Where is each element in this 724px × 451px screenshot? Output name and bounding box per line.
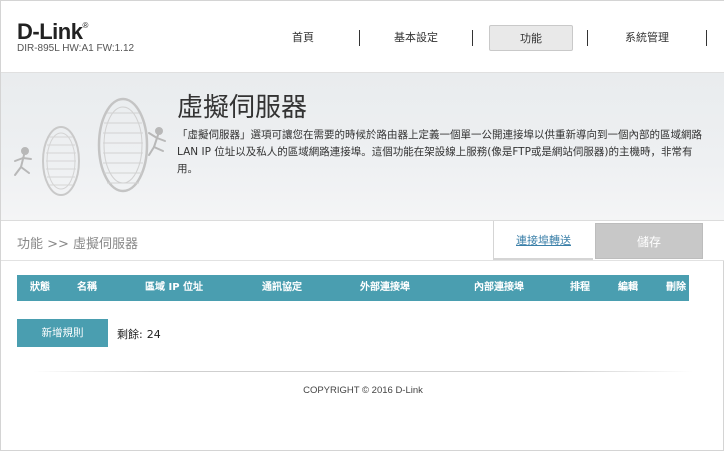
top-header: D-Link® DIR-895L HW:A1 FW:1.12 首頁 基本設定 功… (1, 1, 724, 73)
nav-system-management[interactable]: 系統管理 (588, 25, 706, 51)
save-button[interactable]: 儲存 (595, 223, 703, 259)
remaining-rules: 剩餘: 24 (117, 326, 161, 342)
add-rule-button[interactable]: 新增規則 (17, 319, 108, 347)
page-banner: 虛擬伺服器 「虛擬伺服器」選項可讓您在需要的時候於路由器上定義一個單一公開連接埠… (1, 73, 724, 221)
column-header-local-ip: 區域 IP 位址 (145, 282, 204, 293)
nav-separator (472, 30, 473, 46)
port-forwarding-link[interactable]: 連接埠轉送 (493, 221, 593, 260)
column-header-protocol: 通訊協定 (262, 282, 302, 293)
action-bar: 功能 >> 虛擬伺服器 連接埠轉送 儲存 (1, 221, 724, 261)
column-header-status: 狀態 (30, 282, 50, 293)
breadcrumb: 功能 >> 虛擬伺服器 (17, 237, 139, 252)
column-header-external-port: 外部連接埠 (360, 282, 410, 293)
remaining-count: 24 (146, 328, 161, 341)
copyright-text: COPYRIGHT © 2016 D-Link (303, 385, 423, 396)
rules-table-header: 狀態 名稱 區域 IP 位址 通訊協定 外部連接埠 內部連接埠 排程 編輯 刪除 (17, 275, 689, 301)
nav-basic-settings[interactable]: 基本設定 (360, 25, 472, 51)
model-info: DIR-895L HW:A1 FW:1.12 (17, 43, 135, 54)
main-nav: 首頁 基本設定 功能 系統管理 (263, 25, 707, 51)
nav-home[interactable]: 首頁 (263, 25, 343, 51)
page-description: 「虛擬伺服器」選項可讓您在需要的時候於路由器上定義一個單一公開連接埠以供重新導向… (177, 129, 702, 175)
virtual-server-illustration-icon (14, 97, 166, 196)
column-header-internal-port: 內部連接埠 (474, 282, 524, 293)
nav-separator (706, 30, 707, 46)
footer-divider (33, 371, 693, 372)
column-header-schedule: 排程 (570, 282, 590, 293)
column-header-edit: 編輯 (618, 282, 638, 293)
nav-features[interactable]: 功能 (489, 25, 573, 51)
router-admin-page: D-Link® DIR-895L HW:A1 FW:1.12 首頁 基本設定 功… (0, 0, 724, 451)
remaining-label: 剩餘: (117, 328, 143, 341)
page-title: 虛擬伺服器 (177, 93, 308, 123)
column-header-name: 名稱 (77, 282, 97, 293)
column-header-delete: 刪除 (666, 282, 686, 293)
dlink-logo: D-Link® (17, 19, 88, 44)
